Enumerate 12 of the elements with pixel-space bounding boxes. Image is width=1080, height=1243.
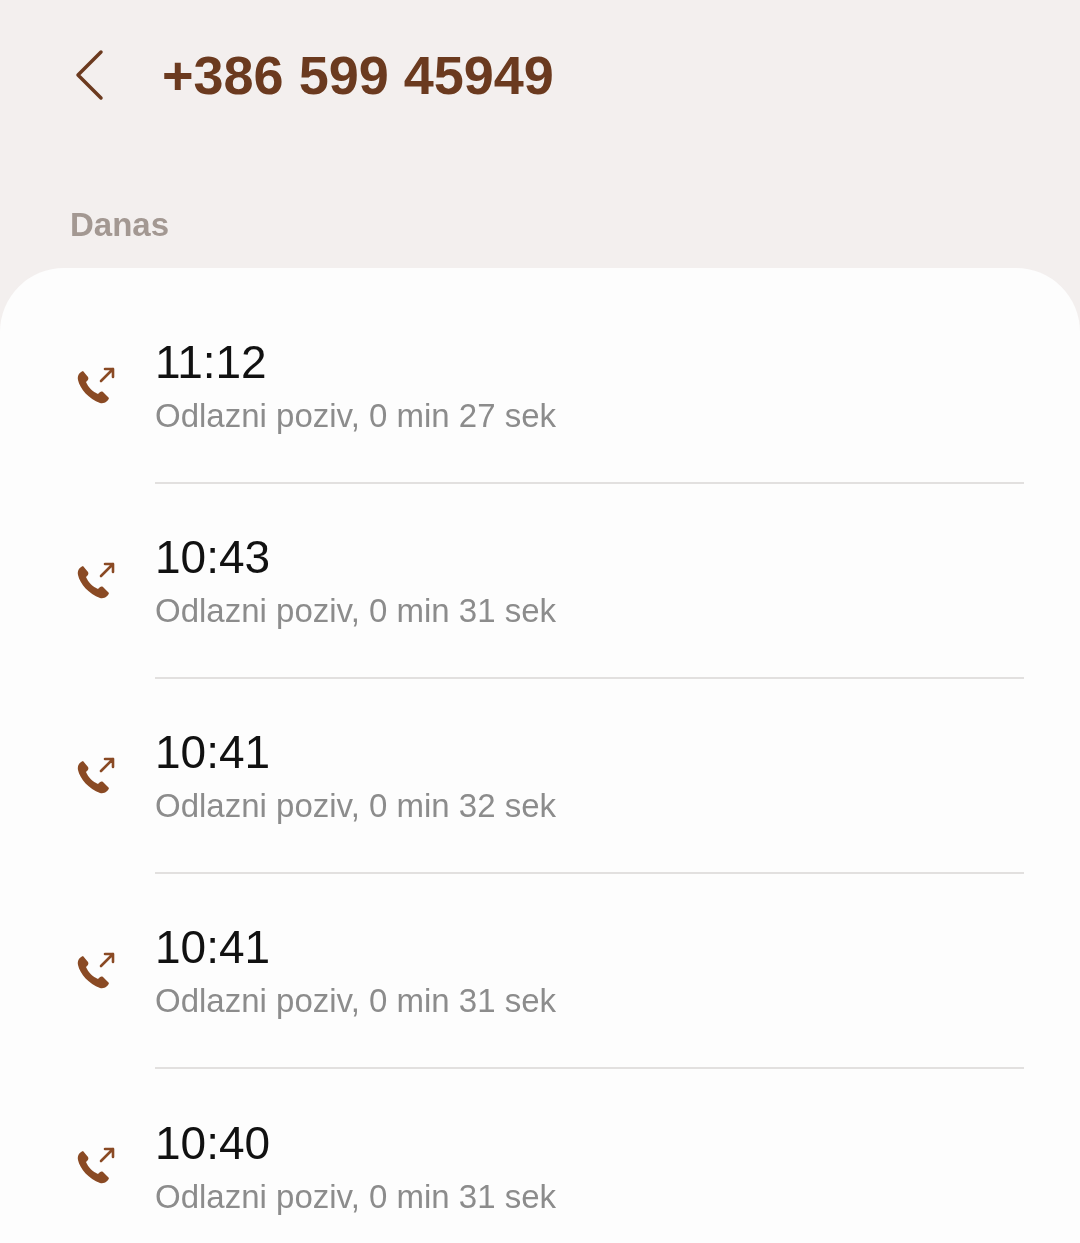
call-detail: Odlazni poziv, 0 min 32 sek (155, 786, 558, 825)
call-time: 10:41 (155, 919, 272, 974)
call-time: 11:12 (155, 334, 268, 389)
section-label: Danas (69, 205, 171, 245)
call-time: 10:43 (155, 529, 272, 584)
call-detail: Odlazni poziv, 0 min 31 sek (155, 591, 558, 630)
call-detail: Odlazni poziv, 0 min 31 sek (155, 1177, 558, 1216)
call-detail: Odlazni poziv, 0 min 27 sek (155, 396, 558, 435)
call-time: 10:40 (155, 1115, 272, 1170)
phone-number-title: +386 599 45949 (162, 44, 554, 106)
call-time: 10:41 (155, 724, 272, 779)
call-detail: Odlazni poziv, 0 min 31 sek (155, 981, 558, 1020)
